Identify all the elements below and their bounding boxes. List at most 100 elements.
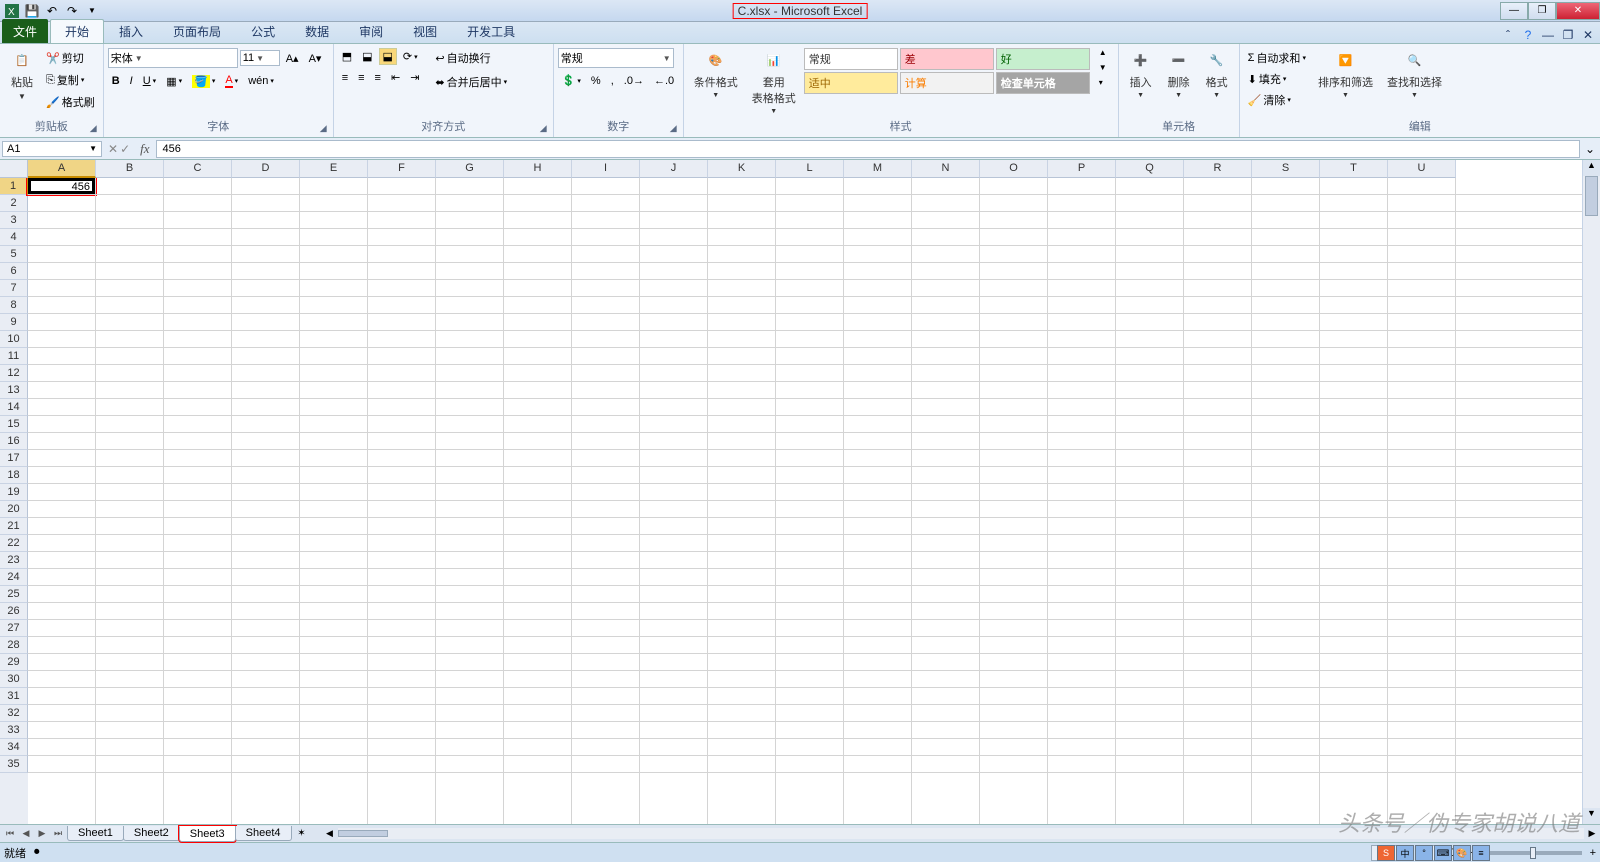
column-header-C[interactable]: C [164, 160, 232, 178]
row-header-30[interactable]: 30 [0, 671, 28, 688]
row-header-28[interactable]: 28 [0, 637, 28, 654]
clipboard-launcher-icon[interactable]: ◢ [90, 123, 97, 134]
sheet-tab-2[interactable]: Sheet2 [123, 826, 180, 841]
row-header-17[interactable]: 17 [0, 450, 28, 467]
number-format-combo[interactable]: 常规▼ [558, 48, 674, 68]
row-header-13[interactable]: 13 [0, 382, 28, 399]
row-header-15[interactable]: 15 [0, 416, 28, 433]
font-size-combo[interactable]: 11▼ [240, 50, 280, 66]
cells-area[interactable]: 456 [28, 178, 1582, 824]
style-check[interactable]: 检查单元格 [996, 72, 1090, 94]
column-header-L[interactable]: L [776, 160, 844, 178]
tab-home[interactable]: 开始 [50, 19, 104, 43]
align-left-icon[interactable]: ≡ [338, 70, 352, 86]
close-button[interactable]: ✕ [1556, 2, 1600, 20]
column-header-S[interactable]: S [1252, 160, 1320, 178]
delete-cells-button[interactable]: ➖删除▼ [1161, 46, 1197, 101]
ime-punct-icon[interactable]: ° [1415, 845, 1433, 861]
conditional-format-button[interactable]: 🎨条件格式▼ [688, 46, 744, 101]
sheet-first-icon[interactable]: ⏮ [2, 828, 18, 839]
scroll-left-icon[interactable]: ◀ [322, 828, 338, 839]
style-calc[interactable]: 计算 [900, 72, 994, 94]
row-header-3[interactable]: 3 [0, 212, 28, 229]
column-header-M[interactable]: M [844, 160, 912, 178]
indent-decrease-icon[interactable]: ⇤ [387, 69, 404, 86]
row-header-10[interactable]: 10 [0, 331, 28, 348]
cancel-formula-icon[interactable]: ✕ [108, 142, 118, 156]
column-header-N[interactable]: N [912, 160, 980, 178]
decrease-decimal-icon[interactable]: ←.0 [650, 73, 678, 89]
row-header-35[interactable]: 35 [0, 756, 28, 773]
row-header-25[interactable]: 25 [0, 586, 28, 603]
format-cells-button[interactable]: 🔧格式▼ [1199, 46, 1235, 101]
macro-record-icon[interactable]: ⏺ [34, 846, 40, 859]
column-header-T[interactable]: T [1320, 160, 1388, 178]
row-header-2[interactable]: 2 [0, 195, 28, 212]
column-header-F[interactable]: F [368, 160, 436, 178]
column-header-I[interactable]: I [572, 160, 640, 178]
vscroll-thumb[interactable] [1585, 176, 1598, 216]
styles-scroll-up-icon[interactable]: ▲ [1095, 46, 1111, 59]
ime-skin-icon[interactable]: 🎨 [1453, 845, 1471, 861]
fill-button[interactable]: ⬇填充▾ [1244, 69, 1310, 89]
minimize-ribbon-icon[interactable]: ˆ [1500, 27, 1516, 43]
qat-dropdown-icon[interactable]: ▼ [84, 3, 100, 19]
align-launcher-icon[interactable]: ◢ [540, 123, 547, 134]
window-min-icon[interactable]: — [1540, 27, 1556, 43]
cell-a1[interactable]: 456 [28, 178, 95, 194]
tab-view[interactable]: 视图 [398, 19, 452, 43]
clear-button[interactable]: 🧹清除▾ [1244, 90, 1310, 110]
column-header-Q[interactable]: Q [1116, 160, 1184, 178]
tab-data[interactable]: 数据 [290, 19, 344, 43]
row-header-26[interactable]: 26 [0, 603, 28, 620]
save-icon[interactable]: 💾 [24, 3, 40, 19]
scroll-up-icon[interactable]: ▲ [1583, 160, 1600, 176]
font-name-combo[interactable]: 宋体▼ [108, 48, 238, 68]
align-right-icon[interactable]: ≡ [371, 70, 385, 86]
maximize-button[interactable]: ❐ [1528, 2, 1556, 20]
fx-icon[interactable]: fx [134, 141, 155, 157]
row-header-27[interactable]: 27 [0, 620, 28, 637]
hscroll-thumb[interactable] [338, 830, 388, 837]
column-header-R[interactable]: R [1184, 160, 1252, 178]
currency-icon[interactable]: 💲▾ [558, 72, 585, 89]
column-header-E[interactable]: E [300, 160, 368, 178]
window-close-icon[interactable]: ✕ [1580, 27, 1596, 43]
increase-decimal-icon[interactable]: .0→ [620, 73, 648, 89]
tab-review[interactable]: 审阅 [344, 19, 398, 43]
expand-formula-bar-icon[interactable]: ⌄ [1580, 142, 1600, 156]
style-good[interactable]: 好 [996, 48, 1090, 70]
sheet-tab-3[interactable]: Sheet3 [179, 826, 236, 842]
new-sheet-button[interactable]: ✶ [292, 828, 312, 839]
tab-file[interactable]: 文件 [2, 19, 48, 43]
select-all-corner[interactable] [0, 160, 28, 178]
row-header-4[interactable]: 4 [0, 229, 28, 246]
insert-cells-button[interactable]: ➕插入▼ [1123, 46, 1159, 101]
wrap-text-button[interactable]: ↩自动换行 [431, 48, 511, 68]
row-header-7[interactable]: 7 [0, 280, 28, 297]
scroll-down-icon[interactable]: ▼ [1583, 808, 1600, 824]
sheet-tab-1[interactable]: Sheet1 [67, 826, 124, 841]
format-painter-button[interactable]: 🖌️格式刷 [42, 92, 99, 112]
ime-lang-button[interactable]: 中 [1396, 845, 1414, 861]
column-header-H[interactable]: H [504, 160, 572, 178]
copy-button[interactable]: ⎘复制▾ [42, 70, 99, 90]
row-header-12[interactable]: 12 [0, 365, 28, 382]
ime-soft-kb-icon[interactable]: ⌨ [1434, 845, 1452, 861]
column-header-U[interactable]: U [1388, 160, 1456, 178]
row-header-23[interactable]: 23 [0, 552, 28, 569]
redo-icon[interactable]: ↷ [64, 3, 80, 19]
row-header-18[interactable]: 18 [0, 467, 28, 484]
name-box[interactable]: A1▼ [2, 141, 102, 157]
minimize-button[interactable]: — [1500, 2, 1528, 20]
row-header-5[interactable]: 5 [0, 246, 28, 263]
number-launcher-icon[interactable]: ◢ [670, 123, 677, 134]
zoom-slider[interactable] [1482, 851, 1582, 855]
row-header-33[interactable]: 33 [0, 722, 28, 739]
bold-button[interactable]: B [108, 73, 124, 89]
italic-button[interactable]: I [126, 73, 137, 89]
orientation-icon[interactable]: ⟳▾ [399, 48, 422, 65]
horizontal-scrollbar[interactable]: ◀ ▶ [322, 828, 1600, 839]
cut-button[interactable]: ✂️剪切 [42, 48, 99, 68]
window-restore-icon[interactable]: ❐ [1560, 27, 1576, 43]
